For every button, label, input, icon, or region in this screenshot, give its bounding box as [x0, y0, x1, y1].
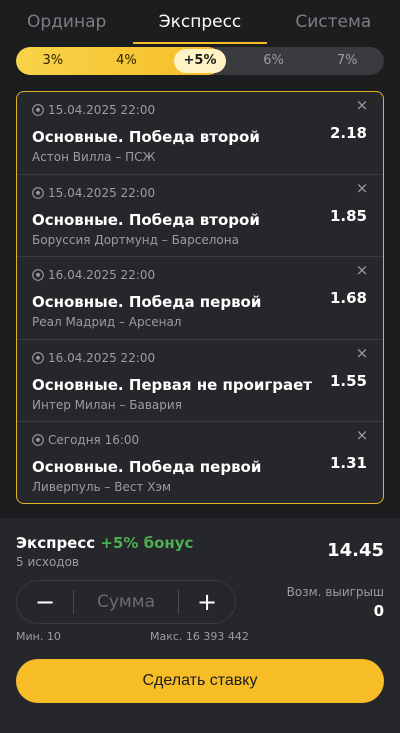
possible-win-label: Возм. выигрыш — [286, 585, 384, 599]
bet-slip: 15.04.2025 22:00 Основные. Победа второй А… — [16, 91, 384, 504]
bet-type-tabs: Ординар Экспресс Система — [0, 0, 400, 44]
bet-teams: Реал Мадрид – Арсенал — [32, 315, 182, 330]
tab-2[interactable]: Система — [267, 0, 400, 44]
bonus-option-0: 3% — [16, 47, 90, 75]
bet-row: 15.04.2025 22:00 Основные. Победа второй А… — [17, 92, 383, 175]
bet-market: Основные. Победа первой — [32, 293, 262, 312]
summary-title: Экспресс +5% бонус — [16, 534, 193, 552]
min-stake-label: Мин. 10 — [16, 630, 61, 643]
bet-date: Сегодня 16:00 — [32, 432, 369, 448]
bonus-option-1: 4% — [90, 47, 164, 75]
bet-teams: Астон Вилла – ПСЖ — [32, 150, 156, 164]
bonus-option-4: 7% — [310, 47, 384, 75]
summary-bonus: +5% бонус — [100, 534, 194, 552]
bet-market: Основные. Первая не проиграет — [32, 375, 312, 394]
bet-row: 16.04.2025 22:00 Основные. Первая не прои… — [17, 340, 383, 423]
soccer-ball-icon — [32, 269, 44, 282]
bonus-option-2: +5% — [163, 47, 237, 75]
bet-slip-footer: Экспресс +5% бонус 5 исходов 14.45 − Сум… — [0, 518, 400, 733]
tab-0[interactable]: Ординар — [0, 0, 133, 44]
bet-date-text: 16.04.2025 22:00 — [48, 350, 156, 365]
place-bet-button[interactable]: Сделать ставку — [16, 659, 384, 703]
bet-row: Сегодня 16:00 Основные. Победа первой Ливе… — [17, 422, 383, 503]
bet-teams: Боруссия Дортмунд – Барселона — [32, 232, 239, 247]
bet-odds: 2.18 — [329, 124, 367, 142]
bet-teams: Интер Милан – Бавария — [32, 397, 182, 412]
bet-date-text: Сегодня 16:00 — [48, 433, 140, 448]
bet-market: Основные. Победа второй — [32, 210, 260, 229]
soccer-ball-icon — [32, 434, 44, 447]
stake-plus-button[interactable]: + — [179, 581, 235, 623]
max-stake-label: Макс. 16 393 442 — [150, 630, 249, 643]
close-icon[interactable]: × — [355, 428, 369, 443]
summary-outcomes: 5 исходов — [16, 555, 79, 569]
bet-date-text: 15.04.2025 22:00 — [48, 103, 156, 117]
close-icon[interactable]: × — [355, 98, 369, 113]
total-odds: 14.45 — [327, 540, 384, 561]
stake-amount-input[interactable]: Сумма — [74, 581, 178, 623]
bet-date-text: 16.04.2025 22:00 — [48, 268, 156, 283]
bonus-option-label: 6% — [263, 53, 284, 68]
bet-odds: 1.85 — [329, 206, 367, 225]
bet-row: 15.04.2025 22:00 Основные. Победа второй Б… — [17, 175, 383, 258]
bet-odds: 1.55 — [329, 371, 367, 390]
bet-date: 15.04.2025 22:00 — [32, 185, 369, 201]
soccer-ball-icon — [32, 186, 44, 199]
tab-1[interactable]: Экспресс — [133, 0, 267, 44]
bonus-option-label: 4% — [116, 53, 137, 68]
bonus-option-label: 3% — [42, 53, 64, 68]
soccer-ball-icon — [32, 351, 44, 364]
bet-odds: 1.68 — [329, 289, 367, 308]
bet-date: 16.04.2025 22:00 — [32, 350, 369, 366]
possible-win-value: 0 — [373, 602, 384, 620]
bet-market: Основные. Победа первой — [32, 458, 262, 477]
bonus-option-label: 7% — [336, 53, 358, 68]
stake-stepper: − Сумма + — [16, 580, 236, 624]
close-icon[interactable]: × — [355, 180, 369, 195]
close-icon[interactable]: × — [355, 345, 369, 360]
soccer-ball-icon — [32, 104, 44, 116]
bet-teams: Ливерпуль – Вест Хэм — [32, 480, 172, 495]
express-bonus-scale: 3% 4% +5% 6% 7% — [16, 47, 384, 75]
bonus-option-label: +5% — [173, 49, 227, 73]
bet-date: 15.04.2025 22:00 — [32, 102, 369, 118]
close-icon[interactable]: × — [355, 263, 369, 278]
bonus-option-3: 6% — [237, 47, 311, 75]
stake-minus-button[interactable]: − — [17, 581, 73, 623]
bet-odds: 1.31 — [329, 454, 367, 473]
bet-row: 16.04.2025 22:00 Основные. Победа первой Р… — [17, 257, 383, 340]
bet-date-text: 15.04.2025 22:00 — [48, 185, 156, 200]
bet-date: 16.04.2025 22:00 — [32, 267, 369, 283]
summary-type: Экспресс — [16, 534, 96, 552]
bet-market: Основные. Победа второй — [32, 128, 260, 146]
